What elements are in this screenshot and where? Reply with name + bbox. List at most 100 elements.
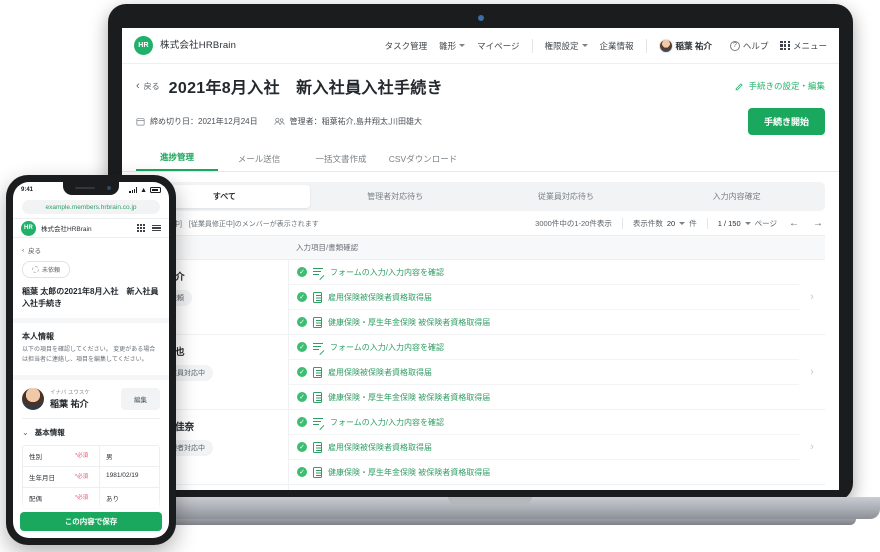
back-label: 戻る: [28, 248, 42, 255]
tab-mail[interactable]: メール送信: [218, 147, 300, 171]
row-open-button[interactable]: ›: [799, 485, 825, 490]
tab-bar: 進捗管理 メール送信 一括文書作成 CSVダウンロード: [122, 145, 839, 172]
list-item[interactable]: ✓ 雇用保険被保険者資格取得届: [289, 360, 799, 385]
deadline-info: 締め切り日：2021年12月24日: [136, 116, 258, 127]
required-marker: *必須: [75, 473, 89, 480]
nav-item-template[interactable]: 雛形: [439, 40, 466, 52]
person-kana: イナバ ユウスケ: [50, 389, 90, 396]
company-name: 株式会社HRBrain: [160, 39, 237, 51]
address-bar[interactable]: example.members.hrbrain.co.jp: [22, 200, 160, 214]
subtab-employee-waiting[interactable]: 従業員対応待ち: [481, 185, 652, 208]
hamburger-icon[interactable]: [152, 224, 161, 232]
front-camera-icon: [107, 186, 111, 190]
list-item[interactable]: ✓ 健康保険・厚生年金保険 被保険者資格取得届: [289, 310, 799, 334]
nav-item-task[interactable]: タスク管理: [385, 40, 428, 52]
list-item[interactable]: ✓ 雇用保険被保険者資格取得届: [289, 435, 799, 460]
pencil-icon: [736, 82, 744, 90]
nav-item-label: タスク管理: [384, 40, 428, 51]
person-name: 稲葉 祐介: [50, 398, 89, 409]
help-label: ヘルプ: [742, 40, 769, 51]
main-nav: タスク管理 雛形 マイページ 権限設定 企業情報 稲葉 祐介 ? ヘルプ メニュ…: [385, 38, 827, 53]
chevron-down-icon: [679, 222, 686, 225]
subtab-admin-waiting[interactable]: 管理者対応待ち: [310, 185, 481, 208]
user-menu[interactable]: 稲葉 祐介: [658, 38, 712, 53]
edit-procedure-button[interactable]: 手続きの設定・編集: [735, 80, 825, 92]
items-cell: ✓ フォームの入力/入力内容を確認: [289, 485, 799, 490]
row-open-button[interactable]: ›: [799, 335, 825, 409]
table-row: 性別 *必須 男: [23, 445, 159, 467]
brand[interactable]: HR 株式会社HRBrain: [134, 36, 236, 55]
nav-item-company[interactable]: 企業情報: [600, 40, 634, 52]
menu-label: メニュー: [792, 40, 827, 51]
next-page-button[interactable]: →: [811, 218, 825, 229]
status-badge: 未依頼: [22, 261, 71, 278]
phone-back-button[interactable]: ‹ 戻る: [13, 238, 169, 257]
item-label: 雇用保険被保険者資格取得届: [328, 292, 432, 302]
list-item[interactable]: ✓ フォームの入力/入力内容を確認: [289, 485, 799, 490]
list-item[interactable]: ✓ 健康保険・厚生年金保険 被保険者資格取得届: [289, 385, 799, 409]
chevron-right-icon: ›: [810, 441, 814, 453]
phone-notch: [63, 182, 119, 195]
speaker-icon: [75, 187, 95, 190]
laptop-trackpad-notch: [448, 497, 532, 504]
per-page-select[interactable]: 表示件数 20 件: [633, 218, 697, 229]
chevron-down-icon: [581, 44, 588, 47]
company-name: 株式会社HRBrain: [41, 226, 92, 233]
list-item[interactable]: ✓ フォームの入力/入力内容を確認: [289, 335, 799, 360]
list-item[interactable]: ✓ 雇用保険被保険者資格取得届: [289, 285, 799, 310]
nav-item-permissions[interactable]: 権限設定: [545, 40, 588, 52]
page-select[interactable]: 1 / 150 ページ: [718, 218, 777, 229]
column-header-items: 入力項目/書類確認: [296, 243, 359, 252]
list-item[interactable]: ✓ フォームの入力/入力内容を確認: [289, 410, 799, 435]
list-item[interactable]: ✓ フォームの入力/入力内容を確認: [289, 260, 799, 285]
nav-item-mypage[interactable]: マイページ: [477, 40, 519, 52]
grid-icon[interactable]: [137, 224, 145, 232]
table-row[interactable]: 稲葉 祐介 未依頼 ✓ フォームの入力/入力内容を確認: [136, 260, 825, 335]
item-label: 健康保険・厚生年金保険 被保険者資格取得届: [328, 317, 491, 327]
nav-divider: [531, 38, 533, 53]
status-time: 9:41: [21, 187, 34, 193]
check-icon: ✓: [297, 442, 307, 452]
save-button[interactable]: この内容で保存: [20, 512, 162, 531]
table-row[interactable]: 長谷 川佳奈 管理者対応中 ✓ フォームの入力/入力内容を確認: [136, 410, 825, 485]
back-button[interactable]: ‹ 戻る: [136, 80, 160, 92]
table-header: 入力項目/書類確認: [136, 235, 825, 260]
phone-body: 9:41 ▲ example.members.hrbrain.co.jp HR …: [6, 175, 176, 545]
menu-button[interactable]: メニュー: [780, 40, 827, 52]
battery-icon: [150, 187, 161, 193]
list-item[interactable]: ✓ 健康保険・厚生年金保険 被保険者資格取得届: [289, 460, 799, 484]
tab-bulk-documents[interactable]: 一括文書作成: [300, 147, 382, 171]
start-procedure-button[interactable]: 手続き開始: [747, 108, 825, 135]
grid-icon: [780, 40, 790, 51]
hrbrain-logo-icon: HR: [134, 36, 153, 55]
document-icon: [313, 466, 322, 478]
subtab-confirmed[interactable]: 入力内容確定: [651, 185, 822, 208]
nav-item-label: 権限設定: [544, 40, 579, 51]
per-page-value: 20: [666, 219, 676, 228]
row-open-button[interactable]: ›: [799, 260, 825, 334]
laptop-foot: [124, 519, 856, 525]
progress-table: 入力項目/書類確認 稲葉 祐介 未依頼 ✓: [136, 235, 825, 490]
nav-divider: [645, 38, 647, 53]
form-icon: [313, 342, 325, 355]
tab-csv-download[interactable]: CSVダウンロード: [382, 147, 464, 171]
table-row[interactable]: 高田 さとし ✓ フォームの入力/入力内容を確認 ›: [136, 485, 825, 490]
pager-divider: [706, 218, 708, 229]
accordion-basic-info[interactable]: ⌄ 基本情報: [13, 419, 169, 443]
managers-info: 管理者：稲葉祐介,島井翔太,川田雄大: [274, 116, 422, 127]
help-button[interactable]: ? ヘルプ: [729, 40, 769, 52]
wifi-icon: ▲: [140, 186, 147, 194]
edit-button[interactable]: 編集: [121, 387, 160, 410]
table-row[interactable]: 稲葉 達也 従業員対応中 ✓ フォームの入力/入力内容を確認: [136, 335, 825, 410]
chevron-right-icon: ›: [810, 366, 814, 378]
nav-item-label: 企業情報: [599, 40, 634, 51]
section-title: 本人情報: [22, 332, 54, 342]
required-marker: *必須: [75, 452, 89, 459]
items-cell: ✓ フォームの入力/入力内容を確認 ✓ 雇用保険被保険者資格取得届 ✓ 健康保険…: [289, 335, 799, 409]
tab-progress[interactable]: 進捗管理: [136, 145, 218, 171]
row-open-button[interactable]: ›: [799, 410, 825, 484]
chevron-down-icon: ⌄: [22, 427, 29, 437]
check-icon: ✓: [297, 417, 307, 427]
calendar-icon: [136, 118, 145, 126]
prev-page-button[interactable]: ←: [787, 218, 801, 229]
